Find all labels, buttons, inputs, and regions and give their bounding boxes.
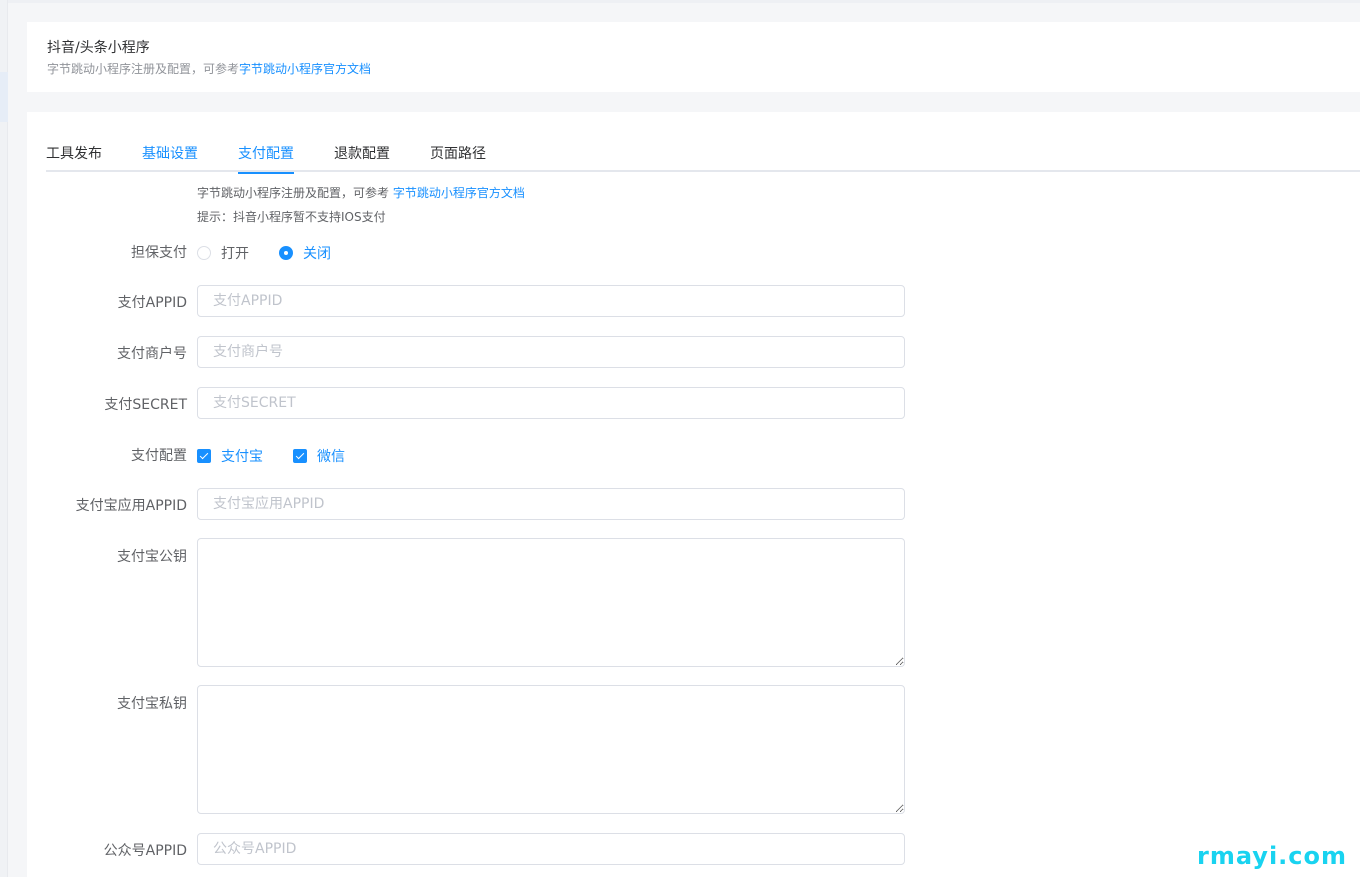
wechat-check-icon: [293, 449, 307, 463]
mp-appid-input[interactable]: [197, 833, 905, 865]
alipay-public-key-textarea[interactable]: [197, 538, 905, 667]
left-sidebar-edge: [0, 0, 8, 877]
alipay-private-key-label: 支付宝私钥: [117, 696, 187, 712]
alipay-appid-label: 支付宝应用APPID: [75, 498, 187, 514]
merchant-id-input[interactable]: [197, 336, 905, 368]
pay-appid-input[interactable]: [197, 285, 905, 317]
tab-page-path[interactable]: 页面路径: [430, 143, 486, 172]
radio-close-label: 关闭: [303, 246, 331, 262]
alipay-checkbox[interactable]: 支付宝: [197, 446, 263, 466]
alipay-private-key-textarea[interactable]: [197, 685, 905, 814]
docs-link[interactable]: 字节跳动小程序官方文档: [239, 62, 371, 76]
guarantee-pay-label: 担保支付: [131, 245, 187, 261]
config-note-text: 字节跳动小程序注册及配置，可参考: [197, 186, 393, 200]
guarantee-close-radio[interactable]: 关闭: [279, 243, 331, 263]
top-divider: [8, 0, 1360, 3]
wechat-checkbox-label: 微信: [317, 449, 345, 465]
sidebar-active-marker: [0, 72, 8, 122]
wechat-checkbox[interactable]: 微信: [293, 446, 345, 466]
pay-secret-input[interactable]: [197, 387, 905, 419]
tab-tool-publish[interactable]: 工具发布: [46, 143, 102, 172]
tab-bar: 工具发布 基础设置 支付配置 退款配置 页面路径: [46, 143, 1360, 174]
page-header: 抖音/头条小程序 字节跳动小程序注册及配置，可参考字节跳动小程序官方文档: [27, 22, 1360, 92]
tab-refund-config[interactable]: 退款配置: [334, 143, 390, 172]
radio-close-indicator: [279, 246, 293, 260]
alipay-public-key-label: 支付宝公钥: [117, 549, 187, 565]
pay-appid-label: 支付APPID: [117, 295, 187, 311]
page-title: 抖音/头条小程序: [47, 40, 150, 56]
merchant-id-label: 支付商户号: [117, 346, 187, 362]
watermark-logo: rmayi.com: [1197, 842, 1348, 870]
page-description: 字节跳动小程序注册及配置，可参考字节跳动小程序官方文档: [47, 60, 371, 77]
alipay-check-icon: [197, 449, 211, 463]
mp-appid-label: 公众号APPID: [103, 843, 187, 859]
config-note: 字节跳动小程序注册及配置，可参考 字节跳动小程序官方文档: [197, 184, 525, 201]
guarantee-open-radio[interactable]: 打开: [197, 243, 249, 263]
ios-tip: 提示：抖音小程序暂不支持IOS支付: [197, 210, 386, 224]
tab-payment-config[interactable]: 支付配置: [238, 143, 294, 174]
pay-config-label: 支付配置: [131, 448, 187, 464]
official-docs-link[interactable]: 字节跳动小程序官方文档: [393, 186, 525, 200]
alipay-appid-input[interactable]: [197, 488, 905, 520]
pay-secret-label: 支付SECRET: [104, 397, 187, 413]
description-text: 字节跳动小程序注册及配置，可参考: [47, 62, 240, 76]
tab-basic-settings[interactable]: 基础设置: [142, 143, 198, 172]
radio-open-indicator: [197, 246, 211, 260]
radio-open-label: 打开: [221, 246, 249, 262]
settings-panel: 工具发布 基础设置 支付配置 退款配置 页面路径 字节跳动小程序注册及配置，可参…: [27, 112, 1360, 877]
alipay-checkbox-label: 支付宝: [221, 449, 263, 465]
